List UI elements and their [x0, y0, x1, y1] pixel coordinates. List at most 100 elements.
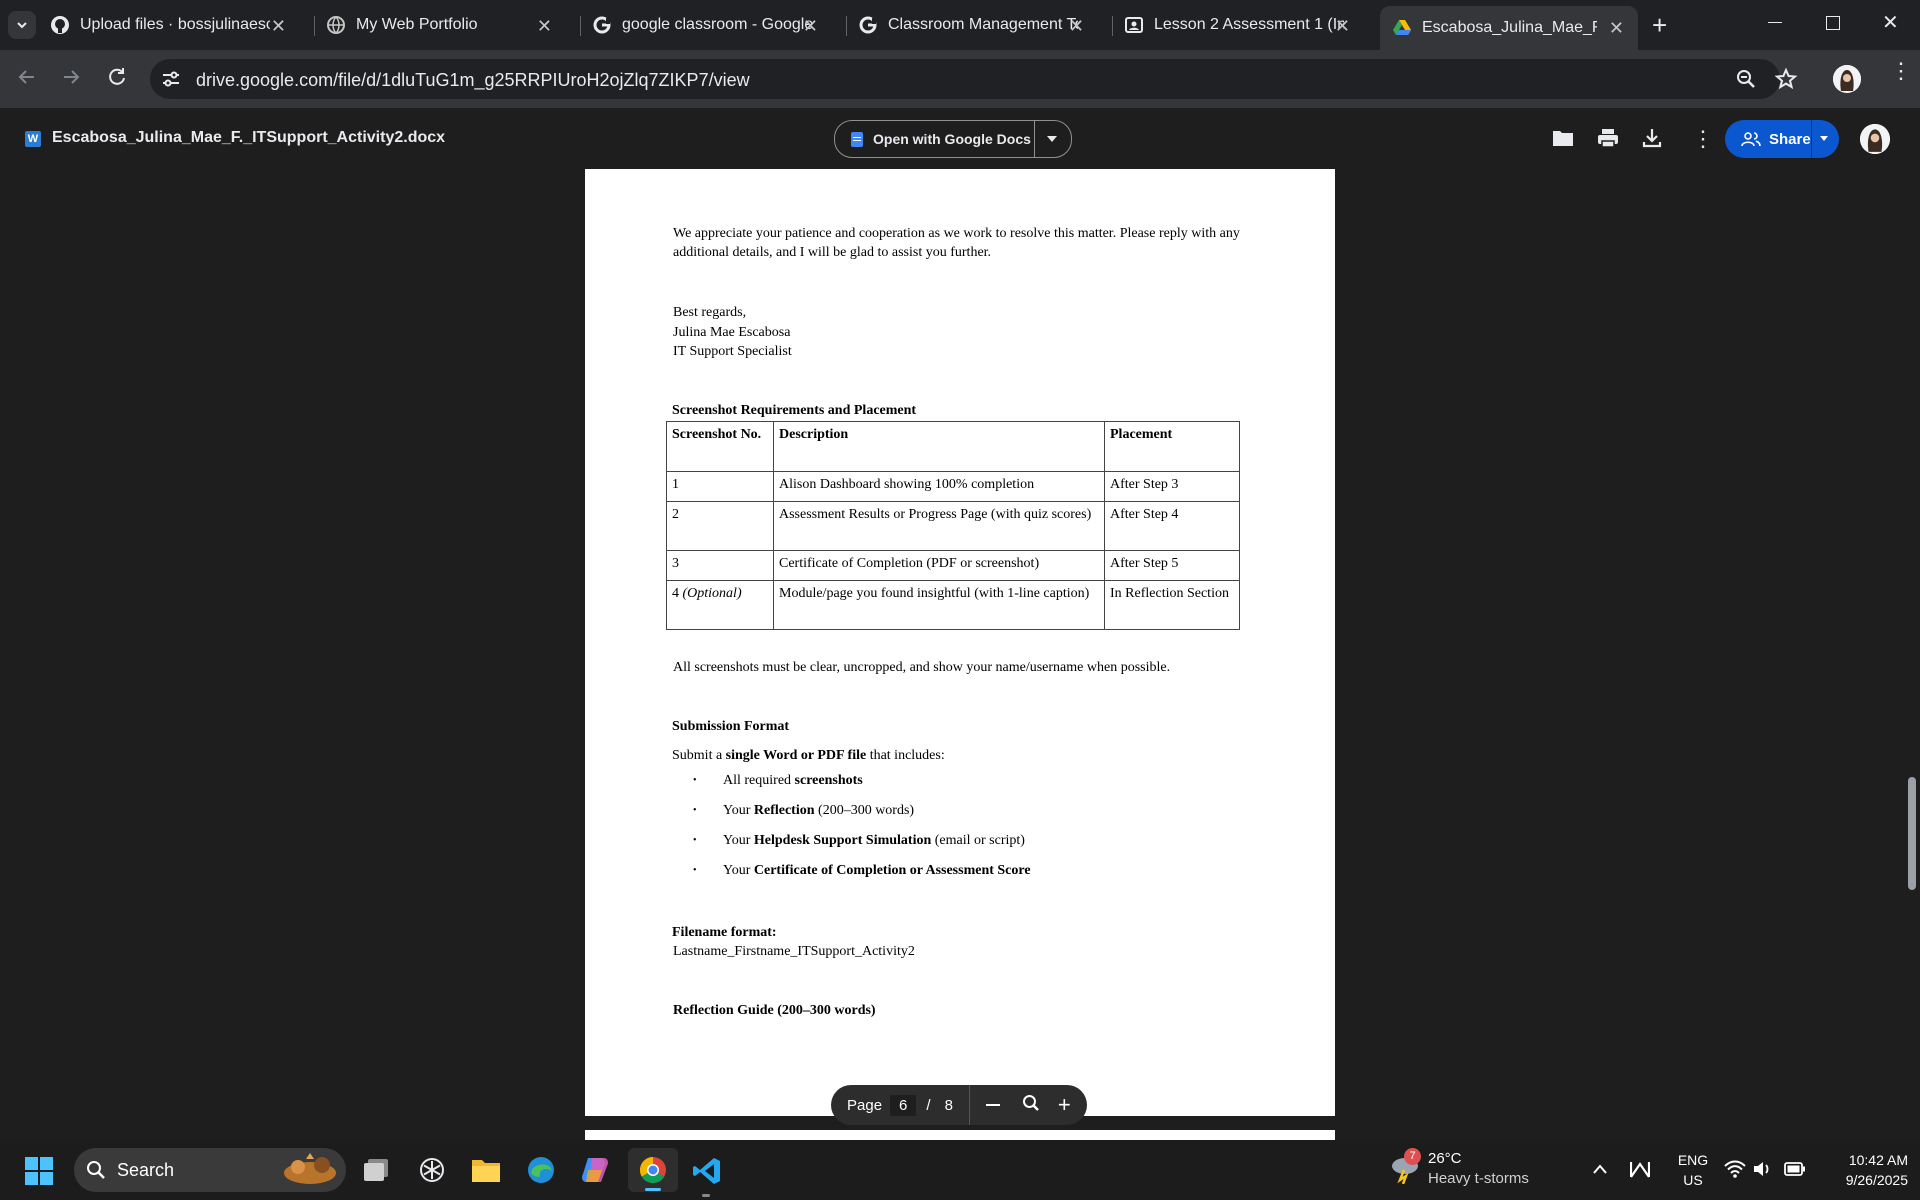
file-explorer-icon[interactable]	[471, 1156, 501, 1189]
share-button[interactable]: Share	[1725, 120, 1839, 158]
tab-title: Lesson 2 Assessment 1 (Inc	[1154, 16, 1344, 33]
clock-time: 10:42 AM	[1848, 1152, 1908, 1168]
close-window-button[interactable]: ✕	[1882, 10, 1899, 35]
start-button[interactable]	[25, 1157, 53, 1185]
table-row: 2 Assessment Results or Progress Page (w…	[666, 501, 1240, 551]
search-icon	[86, 1160, 106, 1185]
page-controls: Page 6 / 8 +	[831, 1085, 1087, 1125]
account-avatar[interactable]	[1860, 124, 1890, 154]
zoom-out-icon[interactable]	[985, 1104, 1000, 1106]
download-icon[interactable]	[1640, 126, 1664, 155]
zoom-in-icon[interactable]: +	[1058, 1094, 1071, 1116]
task-view-icon[interactable]	[364, 1157, 390, 1181]
active-app-indicator	[645, 1188, 661, 1191]
page-number-input[interactable]: 6	[890, 1094, 917, 1116]
tab-lesson-2-assessment[interactable]: Lesson 2 Assessment 1 (Inc ✕	[1124, 8, 1364, 42]
new-tab-button[interactable]: +	[1652, 10, 1667, 41]
tab-google-classroom-search[interactable]: google classroom - Google ✕	[592, 8, 832, 42]
weather-temp: 26°C	[1428, 1150, 1462, 1167]
arrow-left-icon	[18, 70, 34, 84]
document-page: We appreciate your patience and cooperat…	[585, 169, 1335, 1116]
tab-separator	[846, 16, 847, 36]
text-run-bold: single Word or PDF file	[725, 748, 867, 763]
page-label: Page	[847, 1096, 883, 1114]
open-with-label: Open with Google Docs	[873, 131, 1031, 147]
row-number: 4	[672, 586, 679, 601]
reflection-guide-heading: Reflection Guide (200–300 words)	[673, 1003, 876, 1018]
more-actions-icon[interactable]: ⋮	[1692, 126, 1714, 152]
google-icon	[592, 15, 612, 35]
caret-down-icon[interactable]	[1820, 136, 1828, 141]
submission-heading: Submission Format	[672, 719, 790, 734]
tab-portfolio[interactable]: My Web Portfolio ✕	[326, 8, 566, 42]
bookmark-star-icon[interactable]	[1774, 67, 1798, 96]
browser-menu-icon[interactable]: ⋮	[1890, 60, 1912, 82]
chrome-icon	[639, 1156, 666, 1184]
url-text[interactable]: drive.google.com/file/d/1dluTuG1m_g25RRP…	[196, 70, 750, 91]
signoff: Best regards,	[673, 305, 747, 320]
zoom-icon[interactable]	[1734, 67, 1758, 96]
print-icon[interactable]	[1596, 126, 1620, 155]
scrollbar-thumb[interactable]	[1908, 777, 1916, 890]
vscode-icon[interactable]	[692, 1156, 722, 1197]
list-item: Your Helpdesk Support Simulation (email …	[693, 833, 1031, 863]
restore-button[interactable]	[1826, 16, 1840, 30]
close-tab-icon[interactable]: ✕	[271, 16, 286, 37]
tab-separator	[314, 16, 315, 36]
wifi-icon[interactable]	[1724, 1160, 1746, 1183]
word-file-icon: W	[25, 131, 41, 147]
clock[interactable]: 10:42 AM 9/26/2025	[1820, 1150, 1908, 1190]
volume-icon[interactable]	[1752, 1160, 1772, 1183]
list-item: Your Reflection (200–300 words)	[693, 803, 1031, 833]
split-divider	[1034, 121, 1035, 157]
close-tab-icon[interactable]: ✕	[803, 16, 818, 37]
battery-icon[interactable]	[1784, 1162, 1806, 1181]
edge-icon[interactable]	[526, 1155, 556, 1190]
running-app-indicator	[702, 1194, 710, 1197]
forward-button[interactable]	[58, 64, 84, 95]
text-run: Your	[723, 833, 754, 848]
text-run: (email or script)	[931, 833, 1025, 848]
text-run: (200–300 words)	[814, 803, 915, 818]
text-run: Your	[723, 803, 754, 818]
tab-upload-files[interactable]: Upload files · bossjulinaesc ✕	[50, 8, 300, 42]
tab-classroom-management[interactable]: Classroom Management To ✕	[858, 8, 1098, 42]
table-row: 1 Alison Dashboard showing 100% completi…	[666, 471, 1240, 502]
site-info-icon[interactable]	[160, 68, 182, 95]
show-hidden-icons-chevron[interactable]	[1592, 1162, 1608, 1180]
chatgpt-icon[interactable]	[418, 1156, 446, 1189]
zoom-magnifier-icon[interactable]	[1022, 1094, 1040, 1116]
tab-search-button[interactable]	[8, 11, 36, 39]
share-label: Share	[1769, 130, 1811, 148]
app-tray-icon[interactable]	[1629, 1160, 1651, 1183]
tab-title: Classroom Management To	[888, 16, 1078, 33]
tab-escabosa-docx[interactable]: Escabosa_Julina_Mae_F._IT ✕	[1380, 6, 1638, 50]
open-with-google-docs-button[interactable]: Open with Google Docs	[834, 120, 1072, 158]
copilot-icon[interactable]	[580, 1156, 610, 1189]
next-document-page	[585, 1130, 1335, 1140]
clock-date: 9/26/2025	[1845, 1172, 1908, 1188]
close-tab-icon[interactable]: ✕	[1335, 16, 1350, 37]
back-button[interactable]	[14, 64, 40, 95]
column-header: Placement	[1104, 421, 1240, 472]
profile-avatar[interactable]	[1833, 65, 1861, 93]
region-code: US	[1683, 1172, 1703, 1188]
cell-no: 3	[666, 550, 774, 581]
table-row: 4 (Optional) Module/page you found insig…	[666, 580, 1240, 630]
caret-down-icon[interactable]	[1047, 136, 1057, 142]
chrome-taskbar-button[interactable]	[628, 1148, 678, 1192]
tab-separator	[1112, 16, 1113, 36]
screenshots-note: All screenshots must be clear, uncropped…	[673, 660, 1171, 675]
minimize-button[interactable]	[1768, 22, 1782, 23]
reload-button[interactable]	[104, 64, 130, 95]
text-run: that includes:	[866, 748, 945, 763]
add-to-drive-folder-icon[interactable]	[1551, 127, 1575, 154]
filename-format-value: Lastname_Firstname_ITSupport_Activity2	[673, 944, 915, 959]
cell-desc: Certificate of Completion (PDF or screen…	[773, 550, 1105, 581]
close-tab-icon[interactable]: ✕	[1609, 18, 1624, 39]
classroom-icon	[1124, 15, 1144, 35]
close-tab-icon[interactable]: ✕	[537, 16, 552, 37]
close-tab-icon[interactable]: ✕	[1069, 16, 1084, 37]
cell-desc: Module/page you found insightful (with 1…	[773, 580, 1105, 630]
language-indicator[interactable]: ENG US	[1673, 1150, 1713, 1190]
